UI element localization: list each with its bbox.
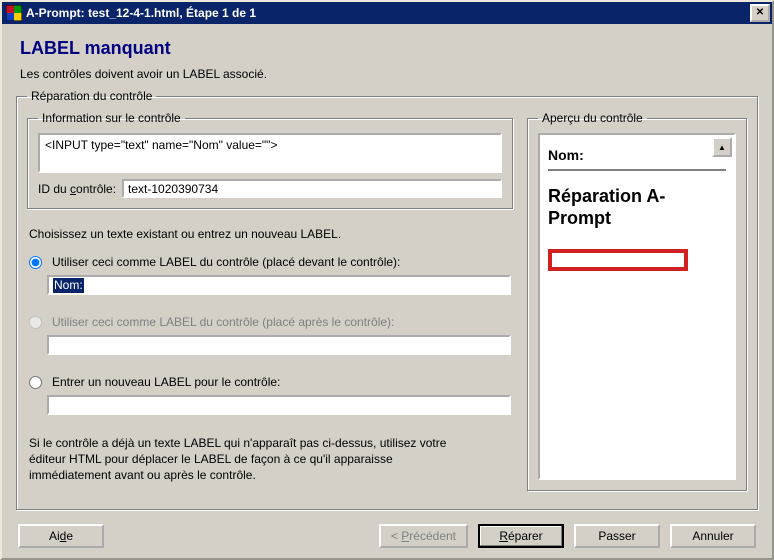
preview-title: Réparation A-Prompt <box>548 186 726 229</box>
left-column: Information sur le contrôle <INPUT type=… <box>27 111 513 499</box>
radio-label-new-text: Entrer un nouveau LABEL pour le contrôle… <box>52 375 280 389</box>
radio-label-before[interactable] <box>29 256 42 269</box>
previous-button: < Précédent <box>379 524 468 548</box>
intro-text: Les contrôles doivent avoir un LABEL ass… <box>20 67 758 81</box>
window-title: A-Prompt: test_12-4-1.html, Étape 1 de 1 <box>26 6 256 20</box>
radio-label-after-text: Utiliser ceci comme LABEL du contrôle (p… <box>52 315 394 329</box>
help-note: Si le contrôle a déjà un texte LABEL qui… <box>29 435 469 484</box>
radio-label-new[interactable] <box>29 376 42 389</box>
scroll-up-button[interactable]: ▲ <box>712 137 732 157</box>
preview-field-label: Nom: <box>548 147 726 163</box>
client-area: LABEL manquant Les contrôles doivent avo… <box>2 24 772 558</box>
radio-label-new-row[interactable]: Entrer un nouveau LABEL pour le contrôle… <box>29 375 511 389</box>
label-before-input[interactable]: Nom: <box>47 275 511 295</box>
radio-label-before-text: Utiliser ceci comme LABEL du contrôle (p… <box>52 255 400 269</box>
cancel-button[interactable]: Annuler <box>670 524 756 548</box>
dialog-window: A-Prompt: test_12-4-1.html, Étape 1 de 1… <box>0 0 774 560</box>
skip-button[interactable]: Passer <box>574 524 660 548</box>
group-control-info-legend: Information sur le contrôle <box>38 111 185 125</box>
radio-label-after-row: Utiliser ceci comme LABEL du contrôle (p… <box>29 315 511 329</box>
control-source-display: <INPUT type="text" name="Nom" value=""> <box>38 133 502 173</box>
preview-highlighted-input <box>548 249 688 271</box>
label-before-value: Nom: <box>53 278 84 293</box>
chooser-instruction: Choisissez un texte existant ou entrez u… <box>29 227 511 241</box>
close-button[interactable]: ✕ <box>750 4 770 22</box>
radio-label-after <box>29 316 42 329</box>
repair-button[interactable]: Réparer <box>478 524 564 548</box>
titlebar: A-Prompt: test_12-4-1.html, Étape 1 de 1… <box>2 2 772 24</box>
label-new-input[interactable] <box>47 395 511 415</box>
label-after-input[interactable] <box>47 335 511 355</box>
page-heading: LABEL manquant <box>20 38 758 59</box>
group-repair-legend: Réparation du contrôle <box>27 89 156 103</box>
preview-pane: ▲ Nom: Réparation A-Prompt <box>538 133 736 480</box>
button-bar: Aide < Précédent Réparer Passer Annuler <box>16 518 758 548</box>
right-column: Aperçu du contrôle ▲ Nom: Réparation A-P… <box>527 111 747 499</box>
group-preview: Aperçu du contrôle ▲ Nom: Réparation A-P… <box>527 111 747 491</box>
group-preview-legend: Aperçu du contrôle <box>538 111 647 125</box>
radio-label-before-row[interactable]: Utiliser ceci comme LABEL du contrôle (p… <box>29 255 511 269</box>
control-id-input[interactable] <box>122 179 502 198</box>
help-button[interactable]: Aide <box>18 524 104 548</box>
group-control-info: Information sur le contrôle <INPUT type=… <box>27 111 513 209</box>
control-id-label: ID du contrôle: <box>38 182 116 196</box>
chevron-up-icon: ▲ <box>718 143 726 152</box>
app-icon <box>6 5 22 21</box>
preview-divider <box>548 169 726 172</box>
close-icon: ✕ <box>756 8 764 18</box>
group-repair: Réparation du contrôle Information sur l… <box>16 89 758 510</box>
